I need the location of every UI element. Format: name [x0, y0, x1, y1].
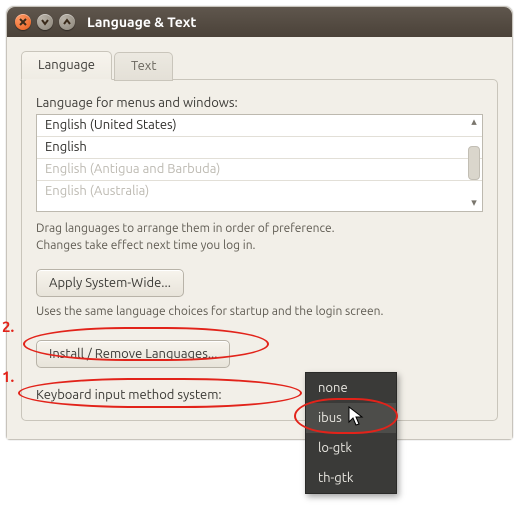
maximize-icon[interactable]	[59, 14, 75, 30]
keyboard-input-method-label: Keyboard input method system:	[36, 388, 222, 402]
minimize-icon[interactable]	[37, 14, 53, 30]
scroll-thumb[interactable]	[468, 146, 480, 180]
install-remove-languages-label: Install / Remove Languages...	[49, 347, 217, 361]
tab-text[interactable]: Text	[114, 52, 173, 81]
list-item[interactable]: English (Antigua and Barbuda)	[37, 158, 482, 180]
apply-hint: Uses the same language choices for start…	[36, 305, 483, 318]
dropdown-option-th-gtk[interactable]: th-gtk	[306, 463, 396, 493]
dropdown-option-label: lo-gtk	[318, 441, 352, 455]
language-text-window: Language & Text Language Text Language f…	[6, 6, 513, 440]
drag-hint: Drag languages to arrange them in order …	[36, 220, 483, 255]
tab-language[interactable]: Language	[21, 51, 112, 80]
language-listbox[interactable]: English (United States) English English …	[36, 114, 483, 212]
tab-text-label: Text	[131, 59, 156, 73]
language-heading: Language for menus and windows:	[36, 96, 483, 110]
install-remove-languages-button[interactable]: Install / Remove Languages...	[36, 340, 230, 368]
dropdown-option-label: none	[318, 381, 348, 395]
list-item[interactable]: English (United States)	[37, 115, 482, 136]
dropdown-option-lo-gtk[interactable]: lo-gtk	[306, 433, 396, 463]
tab-bar: Language Text	[21, 51, 498, 80]
close-icon[interactable]	[15, 14, 31, 30]
apply-system-wide-label: Apply System-Wide...	[49, 276, 171, 290]
scrollbar[interactable]: ▴ ▾	[468, 117, 480, 209]
drag-hint-1: Drag languages to arrange them in order …	[36, 222, 335, 235]
dropdown-option-label: th-gtk	[318, 471, 353, 485]
dropdown-option-none[interactable]: none	[306, 373, 396, 403]
client-area: Language Text Language for menus and win…	[7, 37, 512, 439]
titlebar[interactable]: Language & Text	[7, 7, 512, 37]
language-panel: Language for menus and windows: English …	[21, 79, 498, 421]
cursor-icon	[348, 406, 366, 428]
scroll-down-icon[interactable]: ▾	[471, 198, 477, 209]
dropdown-option-label: ibus	[318, 411, 342, 425]
input-method-dropdown[interactable]: none ibus lo-gtk th-gtk	[305, 372, 397, 494]
drag-hint-2: Changes take effect next time you log in…	[36, 239, 256, 252]
list-item[interactable]: English (Australia)	[37, 180, 482, 202]
tab-language-label: Language	[38, 58, 95, 72]
window-title: Language & Text	[87, 14, 196, 30]
list-item[interactable]: English	[37, 136, 482, 158]
scroll-up-icon[interactable]: ▴	[471, 117, 477, 128]
apply-system-wide-button[interactable]: Apply System-Wide...	[36, 269, 184, 297]
